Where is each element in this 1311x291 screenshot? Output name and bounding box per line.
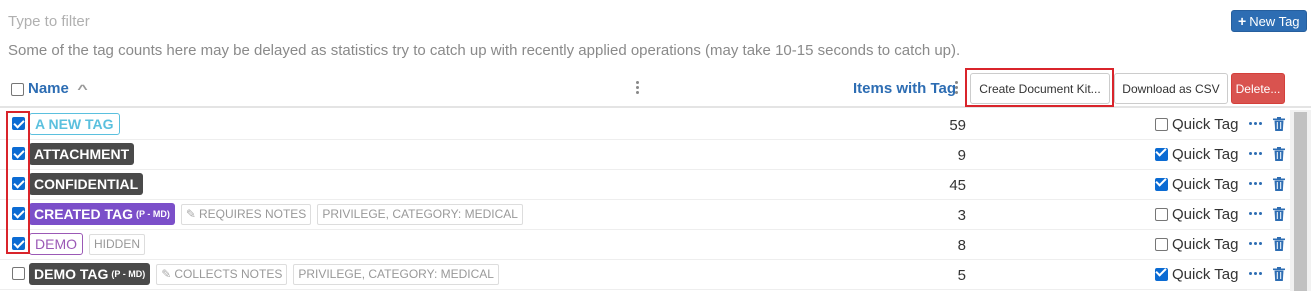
tag-label[interactable]: ATTACHMENT (29, 143, 135, 165)
table-row: CONFIDENTIAL 45 Quick Tag (0, 170, 1290, 200)
tag-name: DEMO (35, 236, 77, 252)
quick-tag-checkbox[interactable] (1155, 208, 1168, 221)
scrollbar-thumb[interactable] (1294, 112, 1307, 291)
download-csv-button[interactable]: Download as CSV (1114, 73, 1228, 104)
tag-attribute-chip: HIDDEN (89, 233, 146, 255)
tag-name: CREATED TAG (34, 206, 134, 222)
table-row: DEMO TAG (P - MD) ✎ COLLECTS NOTES PRIVILEGE… (0, 260, 1290, 290)
item-count: 59 (949, 117, 966, 134)
row-select-checkbox[interactable] (12, 267, 25, 280)
name-header-label: Name (28, 80, 69, 97)
quick-tag-label: Quick Tag (1172, 266, 1239, 283)
highlight-outline (6, 111, 30, 254)
tag-name: ATTACHMENT (34, 146, 130, 162)
quick-tag-toggle[interactable]: Quick Tag (1155, 206, 1238, 223)
tag-label[interactable]: DEMO TAG (P - MD) (29, 263, 151, 285)
filter-input[interactable] (8, 10, 1208, 32)
tag-suffix: (P - MD) (136, 209, 170, 219)
quick-tag-label: Quick Tag (1172, 236, 1239, 253)
quick-tag-checkbox[interactable] (1155, 148, 1168, 161)
tag-attribute-chip: PRIVILEGE, CATEGORY: MEDICAL (317, 203, 523, 225)
tag-name: A NEW TAG (35, 116, 114, 132)
chip-label: PRIVILEGE, CATEGORY: MEDICAL (322, 207, 518, 221)
trash-icon[interactable] (1273, 117, 1285, 131)
quick-tag-label: Quick Tag (1172, 146, 1239, 163)
quick-tag-toggle[interactable]: Quick Tag (1155, 266, 1238, 283)
tag-suffix: (P - MD) (111, 269, 146, 279)
quick-tag-label: Quick Tag (1172, 116, 1239, 133)
edit-icon: ✎ (185, 207, 196, 221)
tag-attribute-chip: ✎ COLLECTS NOTES (156, 263, 288, 285)
tag-cell: CREATED TAG (P - MD) ✎ REQUIRES NOTES PRIVIL… (29, 203, 523, 225)
delay-notice: Some of the tag counts here may be delay… (8, 42, 961, 59)
sort-ascending-icon: ^ (77, 81, 88, 96)
quick-tag-checkbox[interactable] (1155, 268, 1168, 281)
table-row: ATTACHMENT 9 Quick Tag (0, 140, 1290, 170)
table-row: A NEW TAG 59 Quick Tag (0, 110, 1290, 140)
quick-tag-toggle[interactable]: Quick Tag (1155, 116, 1238, 133)
trash-icon[interactable] (1273, 267, 1285, 281)
new-tag-button[interactable]: + New Tag (1231, 10, 1307, 32)
more-options-icon[interactable] (1249, 152, 1262, 155)
quick-tag-toggle[interactable]: Quick Tag (1155, 176, 1238, 193)
item-count: 5 (957, 267, 966, 284)
column-menu-icon[interactable] (955, 81, 959, 94)
chip-label: COLLECTS NOTES (174, 267, 283, 281)
tag-cell: ATTACHMENT (29, 143, 135, 165)
trash-icon[interactable] (1273, 237, 1285, 251)
quick-tag-label: Quick Tag (1172, 206, 1239, 223)
edit-icon: ✎ (161, 267, 172, 281)
tag-label[interactable]: CONFIDENTIAL (29, 173, 144, 195)
more-options-icon[interactable] (1249, 212, 1262, 215)
quick-tag-checkbox[interactable] (1155, 118, 1168, 131)
tag-cell: A NEW TAG (29, 113, 120, 135)
table-row: CREATED TAG (P - MD) ✎ REQUIRES NOTES PRIVIL… (0, 200, 1290, 230)
tag-name: CONFIDENTIAL (34, 176, 139, 192)
item-count: 8 (957, 237, 966, 254)
item-count: 45 (949, 177, 966, 194)
tag-label[interactable]: DEMO (29, 233, 83, 255)
more-options-icon[interactable] (1249, 272, 1262, 275)
select-all-checkbox[interactable] (11, 83, 24, 96)
item-count: 9 (957, 147, 966, 164)
tag-attribute-chip: PRIVILEGE, CATEGORY: MEDICAL (293, 263, 499, 285)
new-tag-label: New Tag (1249, 13, 1300, 29)
plus-icon: + (1238, 13, 1247, 29)
trash-icon[interactable] (1273, 147, 1285, 161)
quick-tag-label: Quick Tag (1172, 176, 1239, 193)
trash-icon[interactable] (1273, 177, 1285, 191)
more-options-icon[interactable] (1249, 182, 1262, 185)
quick-tag-checkbox[interactable] (1155, 178, 1168, 191)
table-row: DEMO HIDDEN 8 Quick Tag (0, 230, 1290, 260)
quick-tag-toggle[interactable]: Quick Tag (1155, 146, 1238, 163)
chip-label: HIDDEN (94, 237, 141, 251)
items-column-header[interactable]: Items with Tag (853, 80, 956, 97)
chip-label: REQUIRES NOTES (198, 207, 307, 221)
create-document-kit-button[interactable]: Create Document Kit... (970, 73, 1110, 104)
name-column-header[interactable]: Name ^ (28, 80, 88, 97)
trash-icon[interactable] (1273, 207, 1285, 221)
tag-label[interactable]: CREATED TAG (P - MD) (29, 203, 175, 225)
delete-button[interactable]: Delete... (1231, 73, 1285, 104)
quick-tag-checkbox[interactable] (1155, 238, 1168, 251)
column-menu-icon[interactable] (636, 81, 640, 94)
tag-name: DEMO TAG (34, 266, 109, 282)
tag-label[interactable]: A NEW TAG (29, 113, 120, 135)
tag-cell: DEMO TAG (P - MD) ✎ COLLECTS NOTES PRIVILEGE… (29, 263, 499, 285)
more-options-icon[interactable] (1249, 242, 1262, 245)
tag-attribute-chip: ✎ REQUIRES NOTES (180, 203, 312, 225)
item-count: 3 (957, 207, 966, 224)
tag-cell: DEMO HIDDEN (29, 233, 146, 255)
chip-label: PRIVILEGE, CATEGORY: MEDICAL (298, 267, 494, 281)
more-options-icon[interactable] (1249, 122, 1262, 125)
quick-tag-toggle[interactable]: Quick Tag (1155, 236, 1238, 253)
tag-cell: CONFIDENTIAL (29, 173, 144, 195)
